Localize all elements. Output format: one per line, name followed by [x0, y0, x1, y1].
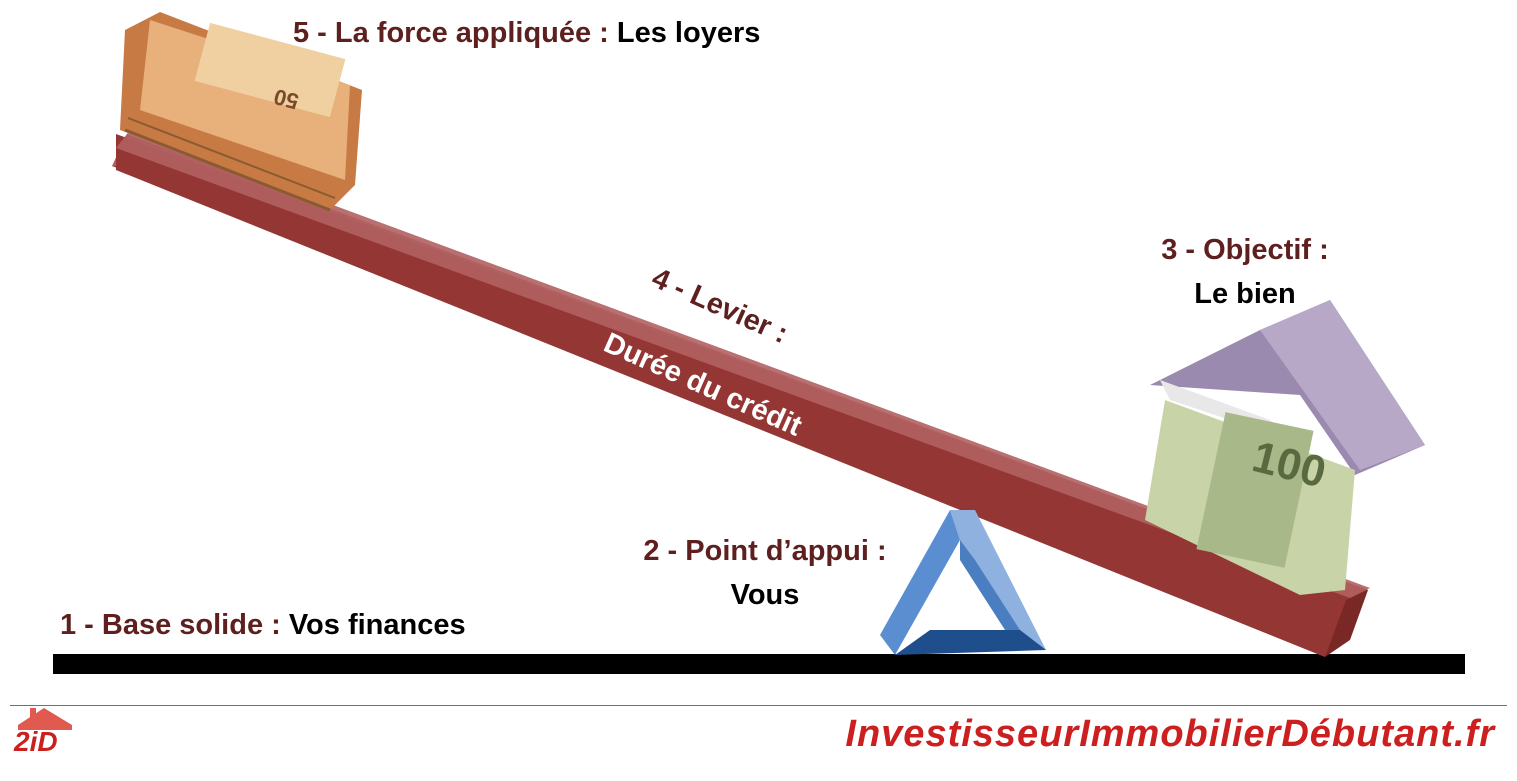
lever-diagram: 50 100 [18, 12, 1465, 730]
label-objective: 3 - Objectif : Le bien [1130, 234, 1360, 312]
label-fulcrum-value: Vous [730, 579, 800, 612]
label-base: 1 - Base solide : Vos finances [60, 609, 466, 642]
label-base-value: Vos finances [288, 609, 466, 641]
label-base-prefix: 1 - Base solide : [60, 609, 289, 641]
footer-logo: 2iD [14, 726, 58, 758]
logo-text: 2iD [14, 726, 58, 757]
label-force: 5 - La force appliquée : Les loyers [293, 17, 760, 50]
label-force-value: Les loyers [616, 17, 761, 49]
label-objective-value: Le bien [1194, 278, 1296, 311]
label-fulcrum-prefix: 2 - Point d’appui : [643, 535, 887, 567]
label-objective-prefix: 3 - Objectif : [1161, 234, 1329, 266]
label-fulcrum: 2 - Point d’appui : Vous [620, 535, 910, 613]
ground-base [53, 654, 1465, 674]
label-force-prefix: 5 - La force appliquée : [293, 17, 617, 49]
footer-divider [10, 705, 1507, 706]
site-name: InvestisseurImmobilierDébutant.fr [845, 713, 1495, 755]
